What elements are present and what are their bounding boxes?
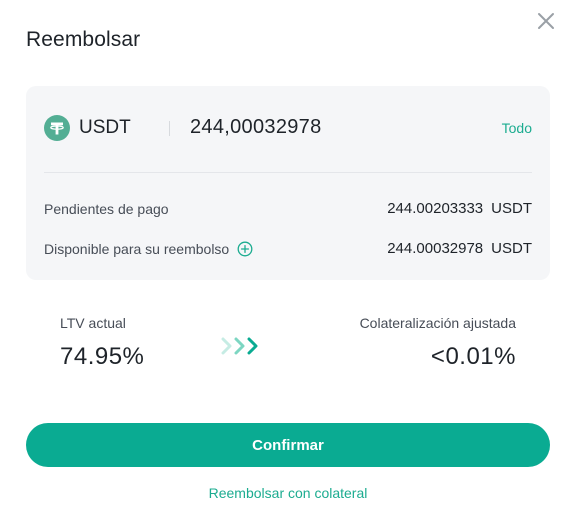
current-ltv-label: LTV actual (60, 315, 126, 331)
available-value: 244.00032978 USDT (387, 240, 532, 257)
available-unit: USDT (491, 240, 532, 257)
current-ltv-value: 74.95% (60, 343, 145, 370)
max-button[interactable]: Todo (502, 120, 532, 136)
tether-icon (44, 115, 70, 141)
amount-input-row[interactable]: USDT 244,00032978 Todo (44, 112, 532, 142)
available-label: Disponible para su reembolso (44, 241, 253, 257)
pending-amount: 244.00203333 (387, 200, 484, 217)
token-symbol: USDT (79, 117, 131, 138)
current-ltv: LTV actual 74.95% (60, 315, 144, 371)
available-amount: 244.00032978 (387, 240, 484, 257)
dialog-title: Reembolsar (26, 28, 141, 51)
repay-dialog: Reembolsar USDT 244,00032978 Todo Pendie… (0, 0, 576, 519)
adjusted-collateral-value: <0.01% (430, 343, 516, 370)
card-divider (44, 172, 532, 173)
triple-chevron-right-icon (221, 336, 267, 356)
confirm-button[interactable]: Confirmar (26, 423, 550, 467)
pending-label: Pendientes de pago (44, 201, 169, 217)
available-row: Disponible para su reembolso 244.0003297… (44, 240, 532, 262)
close-icon[interactable] (536, 11, 556, 31)
token-divider (169, 121, 170, 136)
adjusted-collateral-label: Colateralización ajustada (359, 315, 516, 331)
repay-amount-card: USDT 244,00032978 Todo Pendientes de pag… (26, 86, 550, 280)
pending-value: 244.00203333 USDT (387, 200, 532, 217)
adjusted-collateral: Colateralización ajustada <0.01% (360, 315, 516, 371)
pending-unit: USDT (491, 200, 532, 217)
pending-row: Pendientes de pago 244.00203333 USDT (44, 200, 532, 222)
plus-circle-icon[interactable] (237, 241, 253, 257)
amount-input[interactable]: 244,00032978 (190, 116, 322, 139)
repay-with-collateral-link[interactable]: Reembolsar con colateral (0, 485, 576, 501)
